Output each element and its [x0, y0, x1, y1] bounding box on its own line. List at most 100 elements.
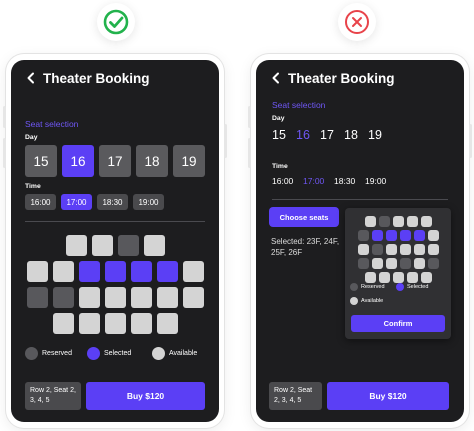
selected-dot-icon — [396, 283, 404, 291]
seat-selected[interactable] — [130, 261, 152, 282]
time-selector: 16:00 17:00 18:30 19:00 — [272, 176, 396, 186]
seat-selected[interactable] — [104, 261, 126, 282]
seat-available[interactable] — [357, 244, 369, 255]
seat-available[interactable] — [420, 272, 432, 283]
legend-available-label: Available — [361, 298, 384, 304]
seat-available[interactable] — [65, 235, 87, 256]
phone-side-button — [248, 138, 251, 168]
day-option[interactable]: 19 — [173, 145, 205, 177]
seat-available[interactable] — [156, 287, 178, 308]
seat-available[interactable] — [399, 244, 411, 255]
seat-reserved — [357, 258, 369, 269]
page-title: Theater Booking — [43, 71, 150, 86]
seat-reserved — [427, 258, 439, 269]
seat-available[interactable] — [385, 258, 397, 269]
choose-seats-button[interactable]: Choose seats — [269, 207, 339, 227]
seat-available[interactable] — [392, 216, 404, 227]
time-option[interactable]: 18:30 — [97, 194, 128, 210]
day-label: Day — [272, 115, 285, 122]
buy-button[interactable]: Buy $120 — [86, 382, 205, 410]
day-option[interactable]: 18 — [136, 145, 168, 177]
seat-reserved — [371, 244, 383, 255]
day-option[interactable]: 17 — [99, 145, 131, 177]
seat-legend: Reserved Selected — [350, 283, 428, 291]
phone-side-button — [248, 106, 251, 128]
phone-screen: Theater Booking Seat selection Day 15 16… — [11, 60, 219, 422]
seat-available[interactable] — [130, 287, 152, 308]
seat-available[interactable] — [413, 258, 425, 269]
seat-selected[interactable] — [399, 230, 411, 241]
seat-available[interactable] — [52, 261, 74, 282]
day-option-selected[interactable]: 16 — [296, 128, 320, 142]
seat-available[interactable] — [26, 261, 48, 282]
day-option-selected[interactable]: 16 — [62, 145, 94, 177]
seat-available[interactable] — [182, 287, 204, 308]
time-option-selected[interactable]: 17:00 — [303, 176, 334, 186]
day-label: Day — [25, 134, 38, 141]
seat-available[interactable] — [52, 313, 74, 334]
legend-selected-label: Selected — [104, 350, 132, 357]
seat-available[interactable] — [420, 216, 432, 227]
back-arrow-icon[interactable] — [269, 71, 283, 85]
seat-available[interactable] — [104, 313, 126, 334]
day-option[interactable]: 18 — [344, 128, 368, 142]
seat-available[interactable] — [104, 287, 126, 308]
time-option[interactable]: 19:00 — [133, 194, 164, 210]
seat-reserved — [117, 235, 139, 256]
time-option-selected[interactable]: 17:00 — [61, 194, 92, 210]
divider — [25, 221, 205, 222]
seat-selected[interactable] — [78, 261, 100, 282]
check-circle-icon — [97, 3, 135, 41]
selection-summary: Row 2, Seat 2, 3, 4, 5 — [269, 382, 322, 410]
x-circle-icon — [338, 3, 376, 41]
seat-available[interactable] — [78, 287, 100, 308]
section-label: Seat selection — [272, 100, 326, 110]
time-option[interactable]: 19:00 — [365, 176, 396, 186]
legend-reserved-label: Reserved — [42, 350, 72, 357]
buy-button[interactable]: Buy $120 — [327, 382, 449, 410]
seat-selected[interactable] — [371, 230, 383, 241]
seat-selected[interactable] — [385, 230, 397, 241]
seat-available[interactable] — [413, 244, 425, 255]
seat-available[interactable] — [427, 230, 439, 241]
seat-available[interactable] — [156, 313, 178, 334]
seat-available[interactable] — [91, 235, 113, 256]
seat-available[interactable] — [385, 244, 397, 255]
header: Theater Booking — [11, 60, 219, 100]
seat-reserved — [52, 287, 74, 308]
day-option[interactable]: 15 — [272, 128, 296, 142]
seat-available[interactable] — [182, 261, 204, 282]
seat-reserved — [378, 216, 390, 227]
phone-side-button — [469, 124, 472, 158]
seat-available[interactable] — [143, 235, 165, 256]
header: Theater Booking — [256, 60, 464, 100]
seat-selected[interactable] — [413, 230, 425, 241]
seat-available[interactable] — [392, 272, 404, 283]
seat-selected[interactable] — [156, 261, 178, 282]
selected-seats-text: Selected: 23F, 24F, 25F, 26F — [271, 237, 340, 257]
seat-available[interactable] — [378, 272, 390, 283]
seat-available[interactable] — [371, 258, 383, 269]
time-option[interactable]: 16:00 — [272, 176, 303, 186]
seat-available[interactable] — [78, 313, 100, 334]
phone-side-button — [224, 124, 227, 158]
day-option[interactable]: 15 — [25, 145, 57, 177]
seat-available[interactable] — [364, 216, 376, 227]
time-label: Time — [25, 183, 41, 190]
seat-available[interactable] — [364, 272, 376, 283]
back-arrow-icon[interactable] — [24, 71, 38, 85]
time-option[interactable]: 16:00 — [25, 194, 56, 210]
page-title: Theater Booking — [288, 71, 395, 86]
good-example-phone: Theater Booking Seat selection Day 15 16… — [3, 54, 227, 428]
day-option[interactable]: 17 — [320, 128, 344, 142]
seat-legend: Available — [350, 297, 383, 305]
day-selector: 15 16 17 18 19 — [25, 145, 205, 177]
seat-available[interactable] — [406, 216, 418, 227]
divider — [272, 199, 448, 200]
day-option[interactable]: 19 — [368, 128, 392, 142]
seat-available[interactable] — [427, 244, 439, 255]
time-option[interactable]: 18:30 — [334, 176, 365, 186]
seat-available[interactable] — [130, 313, 152, 334]
confirm-button[interactable]: Confirm — [351, 315, 445, 332]
seat-available[interactable] — [406, 272, 418, 283]
